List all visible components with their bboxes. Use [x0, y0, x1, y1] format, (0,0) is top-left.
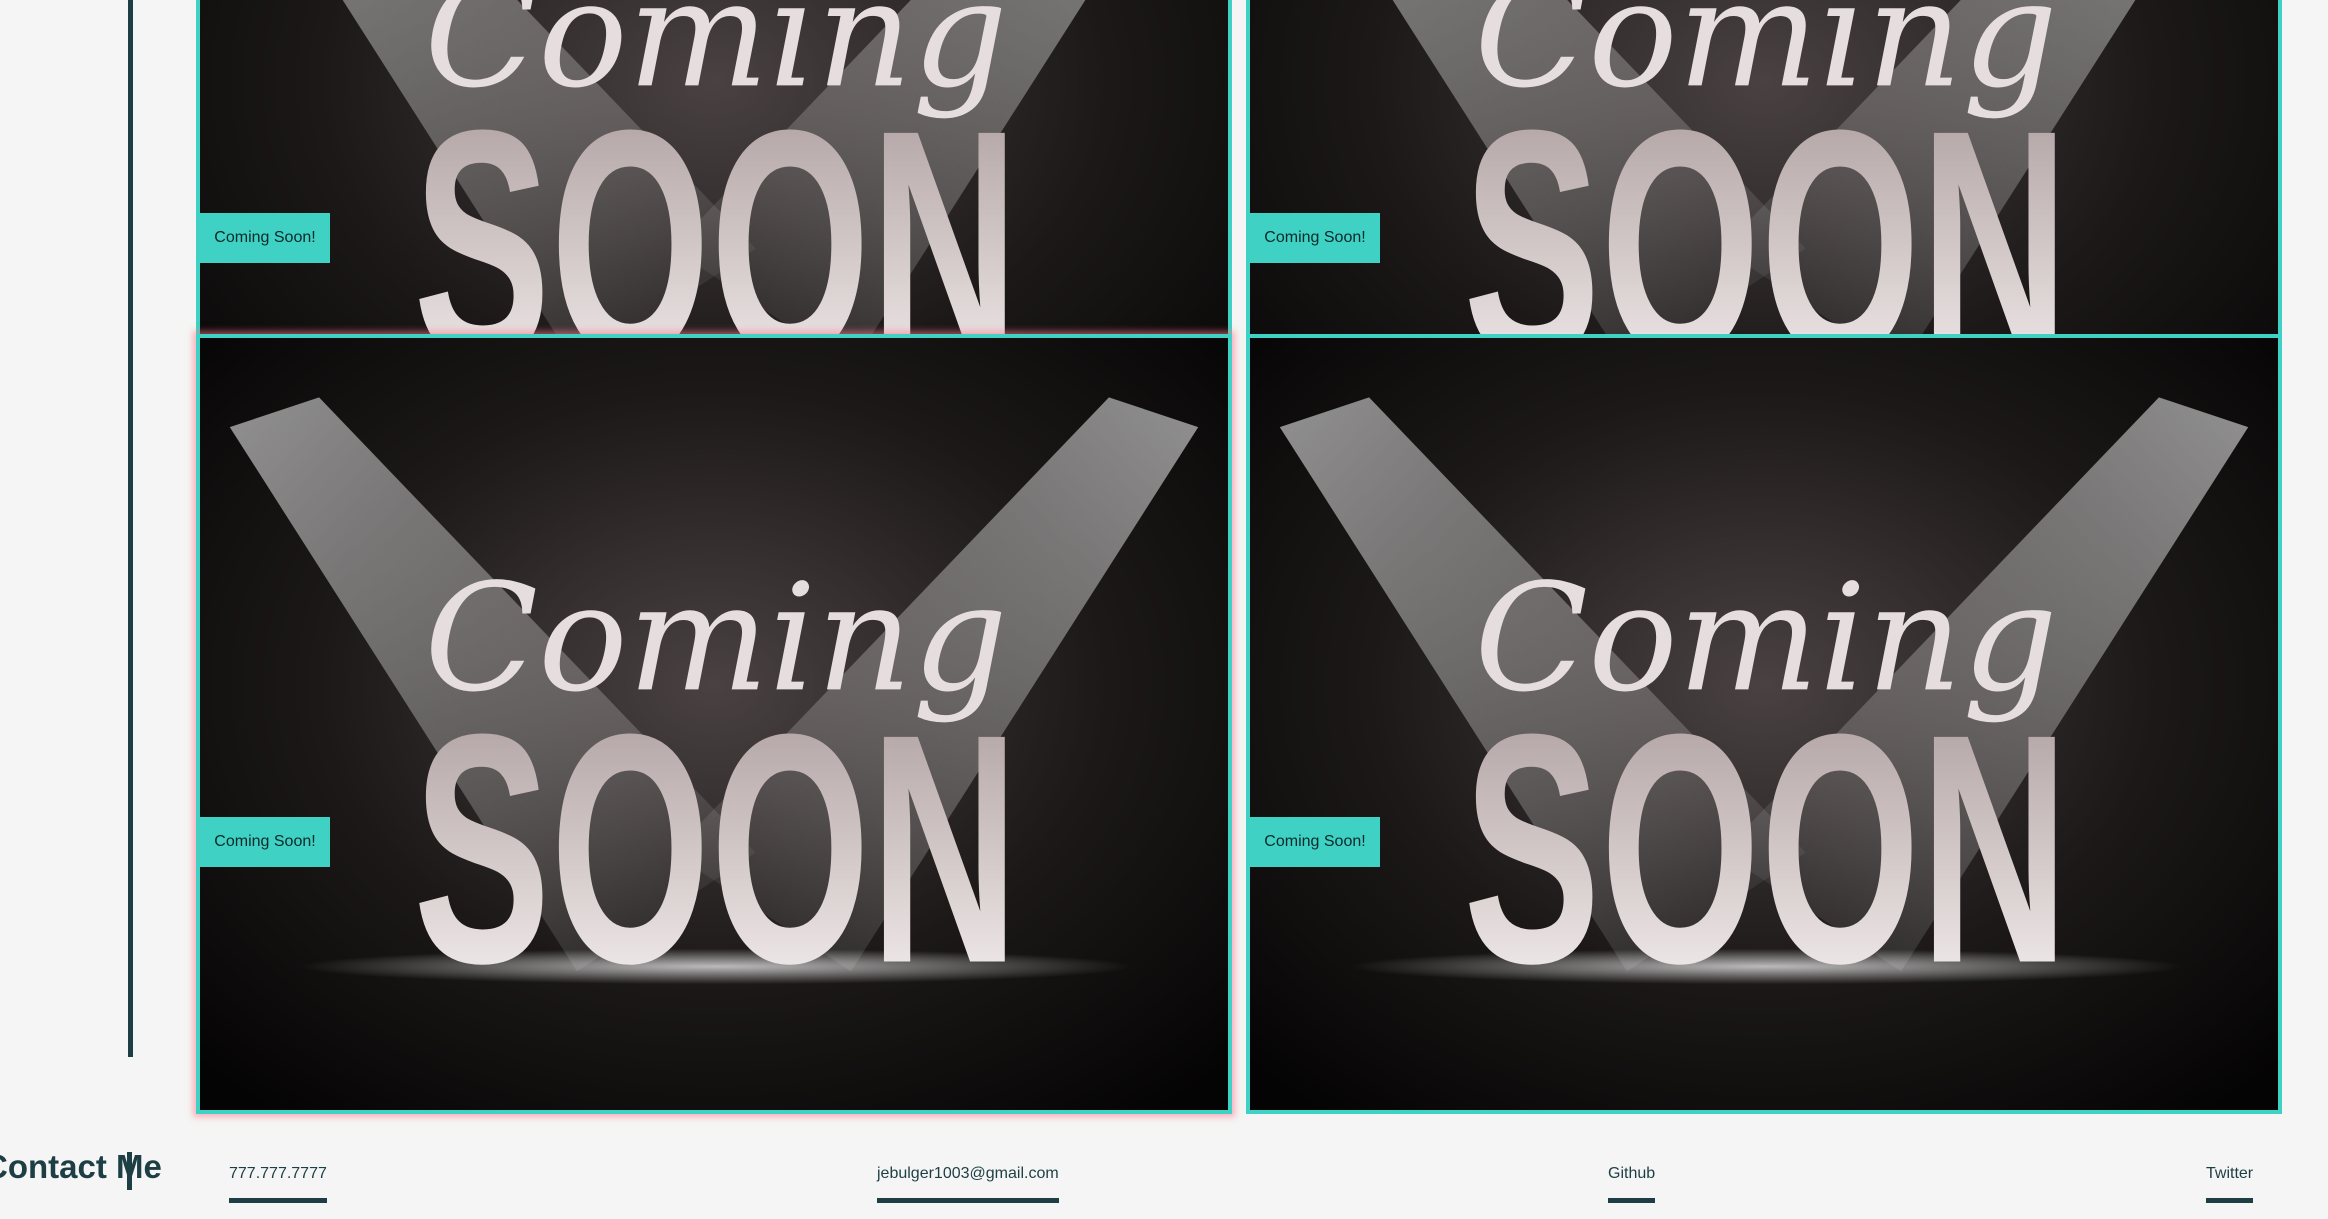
section-divider-line [128, 0, 133, 1057]
github-link[interactable]: Github [1608, 1164, 1656, 1203]
email-link[interactable]: jebulger1003@gmail.com [877, 1164, 1059, 1203]
portfolio-page: Coming SOON Coming Soon! Coming SOON Com… [0, 0, 2328, 1219]
soon-block-text: SOON [1463, 667, 2068, 1032]
coming-soon-badge: Coming Soon! [200, 213, 330, 263]
contact-divider [127, 1152, 132, 1190]
coming-soon-badge: Coming Soon! [200, 817, 330, 867]
coming-soon-image: Coming SOON [200, 338, 1228, 1110]
twitter-link[interactable]: Twitter [2206, 1164, 2254, 1203]
phone-link[interactable]: 777.777.7777 [229, 1164, 327, 1203]
project-card[interactable]: Coming SOON Coming Soon! [196, 334, 1232, 1114]
coming-soon-badge: Coming Soon! [1250, 213, 1380, 263]
project-card[interactable]: Coming SOON Coming Soon! [1246, 334, 2282, 1114]
soon-block-text: SOON [413, 667, 1018, 1032]
coming-soon-image: Coming SOON [1250, 338, 2278, 1110]
contact-heading: Contact Me [0, 1148, 162, 1185]
coming-soon-badge: Coming Soon! [1250, 817, 1380, 867]
